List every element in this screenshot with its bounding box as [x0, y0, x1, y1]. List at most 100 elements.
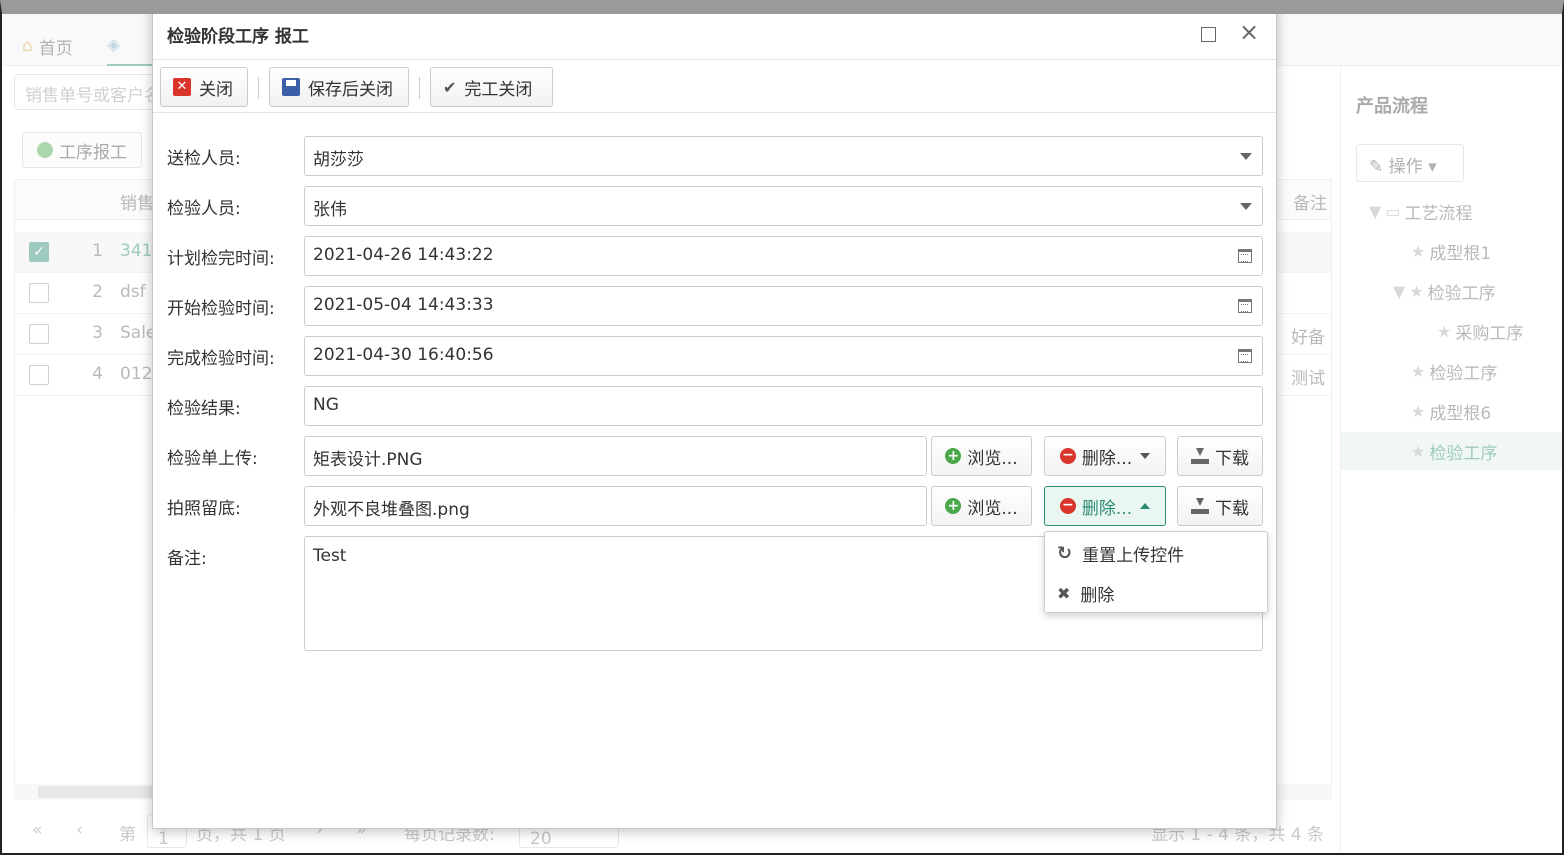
- add-icon: [37, 142, 53, 158]
- tree-node[interactable]: ★ 采购工序: [1341, 312, 1562, 350]
- complete-close-label: 完工关闭: [464, 79, 533, 100]
- row-inspector: 检验人员: 张伟: [153, 186, 1276, 226]
- row-number: 4: [92, 364, 103, 384]
- delete-dropdown-button-open[interactable]: − 删除...: [1044, 486, 1166, 526]
- prev-page-icon[interactable]: ‹: [76, 820, 83, 840]
- browse-button[interactable]: + 浏览...: [931, 486, 1032, 526]
- result-input[interactable]: NG: [304, 386, 1263, 426]
- save-close-button[interactable]: 保存后关闭: [269, 67, 409, 107]
- first-page-icon[interactable]: «: [32, 820, 42, 840]
- tree-node[interactable]: ★ 检验工序: [1341, 352, 1562, 390]
- download-button[interactable]: 下载: [1177, 486, 1263, 526]
- home-icon: ⌂: [22, 36, 33, 56]
- input-value: NG: [313, 395, 339, 415]
- menu-item-reset-upload[interactable]: ↻ 重置上传控件: [1045, 534, 1267, 572]
- folder-icon: ▭: [1385, 201, 1401, 221]
- complete-close-button[interactable]: ✔ 完工关闭: [430, 67, 553, 107]
- planned-finish-datetime[interactable]: 2021-04-26 14:43:22: [304, 236, 1263, 276]
- delete-dropdown-button[interactable]: − 删除...: [1044, 436, 1166, 476]
- panel-title: 产品流程: [1356, 96, 1428, 117]
- tab-home[interactable]: ⌂ 首页: [22, 26, 73, 66]
- menu-item-delete[interactable]: ✖ 删除: [1045, 574, 1267, 612]
- row-value: Sale: [120, 323, 157, 343]
- row-checkbox[interactable]: [29, 324, 49, 344]
- star-icon: ★: [1411, 441, 1426, 461]
- check-icon: ✔: [443, 77, 457, 97]
- expand-icon[interactable]: ▼: [1393, 282, 1405, 301]
- download-button[interactable]: 下载: [1177, 436, 1263, 476]
- calendar-icon[interactable]: [1238, 299, 1252, 313]
- row-checkbox[interactable]: [29, 283, 49, 303]
- page-prefix: 第: [119, 825, 136, 845]
- field-label: 完成检验时间:: [167, 349, 275, 369]
- tree-node[interactable]: ★ 成型根1: [1341, 232, 1562, 270]
- dialog-title: 检验阶段工序 报工: [167, 27, 309, 47]
- browse-button[interactable]: + 浏览...: [931, 436, 1032, 476]
- start-time-datetime[interactable]: 2021-05-04 14:43:33: [304, 286, 1263, 326]
- page-number-value: 1: [158, 829, 169, 849]
- expand-icon[interactable]: ▼: [1369, 202, 1381, 221]
- tree-node-label: 工艺流程: [1404, 203, 1473, 224]
- operation-button[interactable]: ✎ 操作 ▾: [1356, 144, 1464, 182]
- field-label: 送检人员:: [167, 149, 241, 169]
- row-checkbox[interactable]: ✓: [29, 242, 49, 262]
- datetime-value: 2021-05-04 14:43:33: [313, 295, 494, 315]
- row-note: 测试: [1291, 369, 1325, 389]
- datetime-value: 2021-04-26 14:43:22: [313, 245, 494, 265]
- tree-node-label: 成型根1: [1429, 243, 1492, 264]
- tree-node-label: 检验工序: [1429, 363, 1498, 384]
- download-label: 下载: [1215, 498, 1249, 519]
- chevron-up-icon: [1140, 503, 1151, 509]
- refresh-icon: ↻: [1057, 542, 1073, 564]
- row-number: 3: [92, 323, 103, 343]
- dialog-titlebar: 检验阶段工序 报工 ×: [153, 14, 1276, 60]
- inspector-select[interactable]: 张伟: [304, 186, 1263, 226]
- tree-node[interactable]: ▼ ★ 检验工序: [1341, 272, 1562, 310]
- row-number: 2: [92, 282, 103, 302]
- upload-sheet-filename[interactable]: 矩表设计.PNG: [304, 436, 927, 476]
- field-label: 备注:: [167, 549, 207, 569]
- delete-dropdown-menu: ↻ 重置上传控件 ✖ 删除: [1044, 531, 1268, 613]
- row-photo: 拍照留底: 外观不良堆叠图.png + 浏览... − 删除... 下载: [153, 486, 1276, 526]
- tree-node[interactable]: ★ 成型根6: [1341, 392, 1562, 430]
- row-start-time: 开始检验时间: 2021-05-04 14:43:33: [153, 286, 1276, 326]
- row-note: 好备: [1291, 328, 1325, 348]
- row-value: dsf: [120, 282, 146, 302]
- select-value: 张伟: [313, 200, 347, 220]
- filename-value: 外观不良堆叠图.png: [313, 500, 470, 520]
- chevron-down-icon: [1140, 453, 1151, 459]
- search-placeholder: 销售单号或客户名: [25, 86, 161, 106]
- tree-node-label: 成型根6: [1429, 403, 1492, 424]
- search-input[interactable]: 销售单号或客户名: [14, 74, 174, 110]
- row-checkbox[interactable]: [29, 365, 49, 385]
- field-label: 检验人员:: [167, 199, 241, 219]
- calendar-icon[interactable]: [1238, 249, 1252, 263]
- field-label: 检验结果:: [167, 399, 241, 419]
- star-icon: ★: [1437, 321, 1452, 341]
- chevron-down-icon: [1240, 203, 1252, 210]
- finish-time-datetime[interactable]: 2021-04-30 16:40:56: [304, 336, 1263, 376]
- calendar-icon[interactable]: [1238, 349, 1252, 363]
- close-button[interactable]: ✕ 关闭: [160, 67, 248, 107]
- maximize-icon[interactable]: [1201, 27, 1216, 42]
- per-page-value: 20: [530, 829, 552, 849]
- delete-label: 删除...: [1081, 448, 1133, 469]
- process-report-button[interactable]: 工序报工: [22, 132, 142, 168]
- close-icon[interactable]: ×: [1236, 19, 1262, 45]
- field-label: 计划检完时间:: [167, 249, 275, 269]
- star-icon: ★: [1409, 281, 1424, 301]
- x-icon: ✖: [1057, 583, 1071, 603]
- process-report-label: 工序报工: [59, 142, 127, 163]
- minus-circle-icon: −: [1059, 448, 1076, 464]
- save-close-label: 保存后关闭: [308, 79, 393, 100]
- download-icon: [1191, 448, 1209, 464]
- column-header-note: 备注: [1293, 194, 1327, 214]
- browse-label: 浏览...: [967, 498, 1018, 519]
- chevron-down-icon: [1240, 153, 1252, 160]
- toolbar-divider: [419, 77, 420, 99]
- tree-node[interactable]: ▼ ▭ 工艺流程: [1341, 192, 1562, 230]
- photo-filename[interactable]: 外观不良堆叠图.png: [304, 486, 927, 526]
- inspection-sender-select[interactable]: 胡莎莎: [304, 136, 1263, 176]
- menu-item-label: 重置上传控件: [1082, 545, 1185, 566]
- tree-node-selected[interactable]: ★ 检验工序: [1341, 432, 1562, 470]
